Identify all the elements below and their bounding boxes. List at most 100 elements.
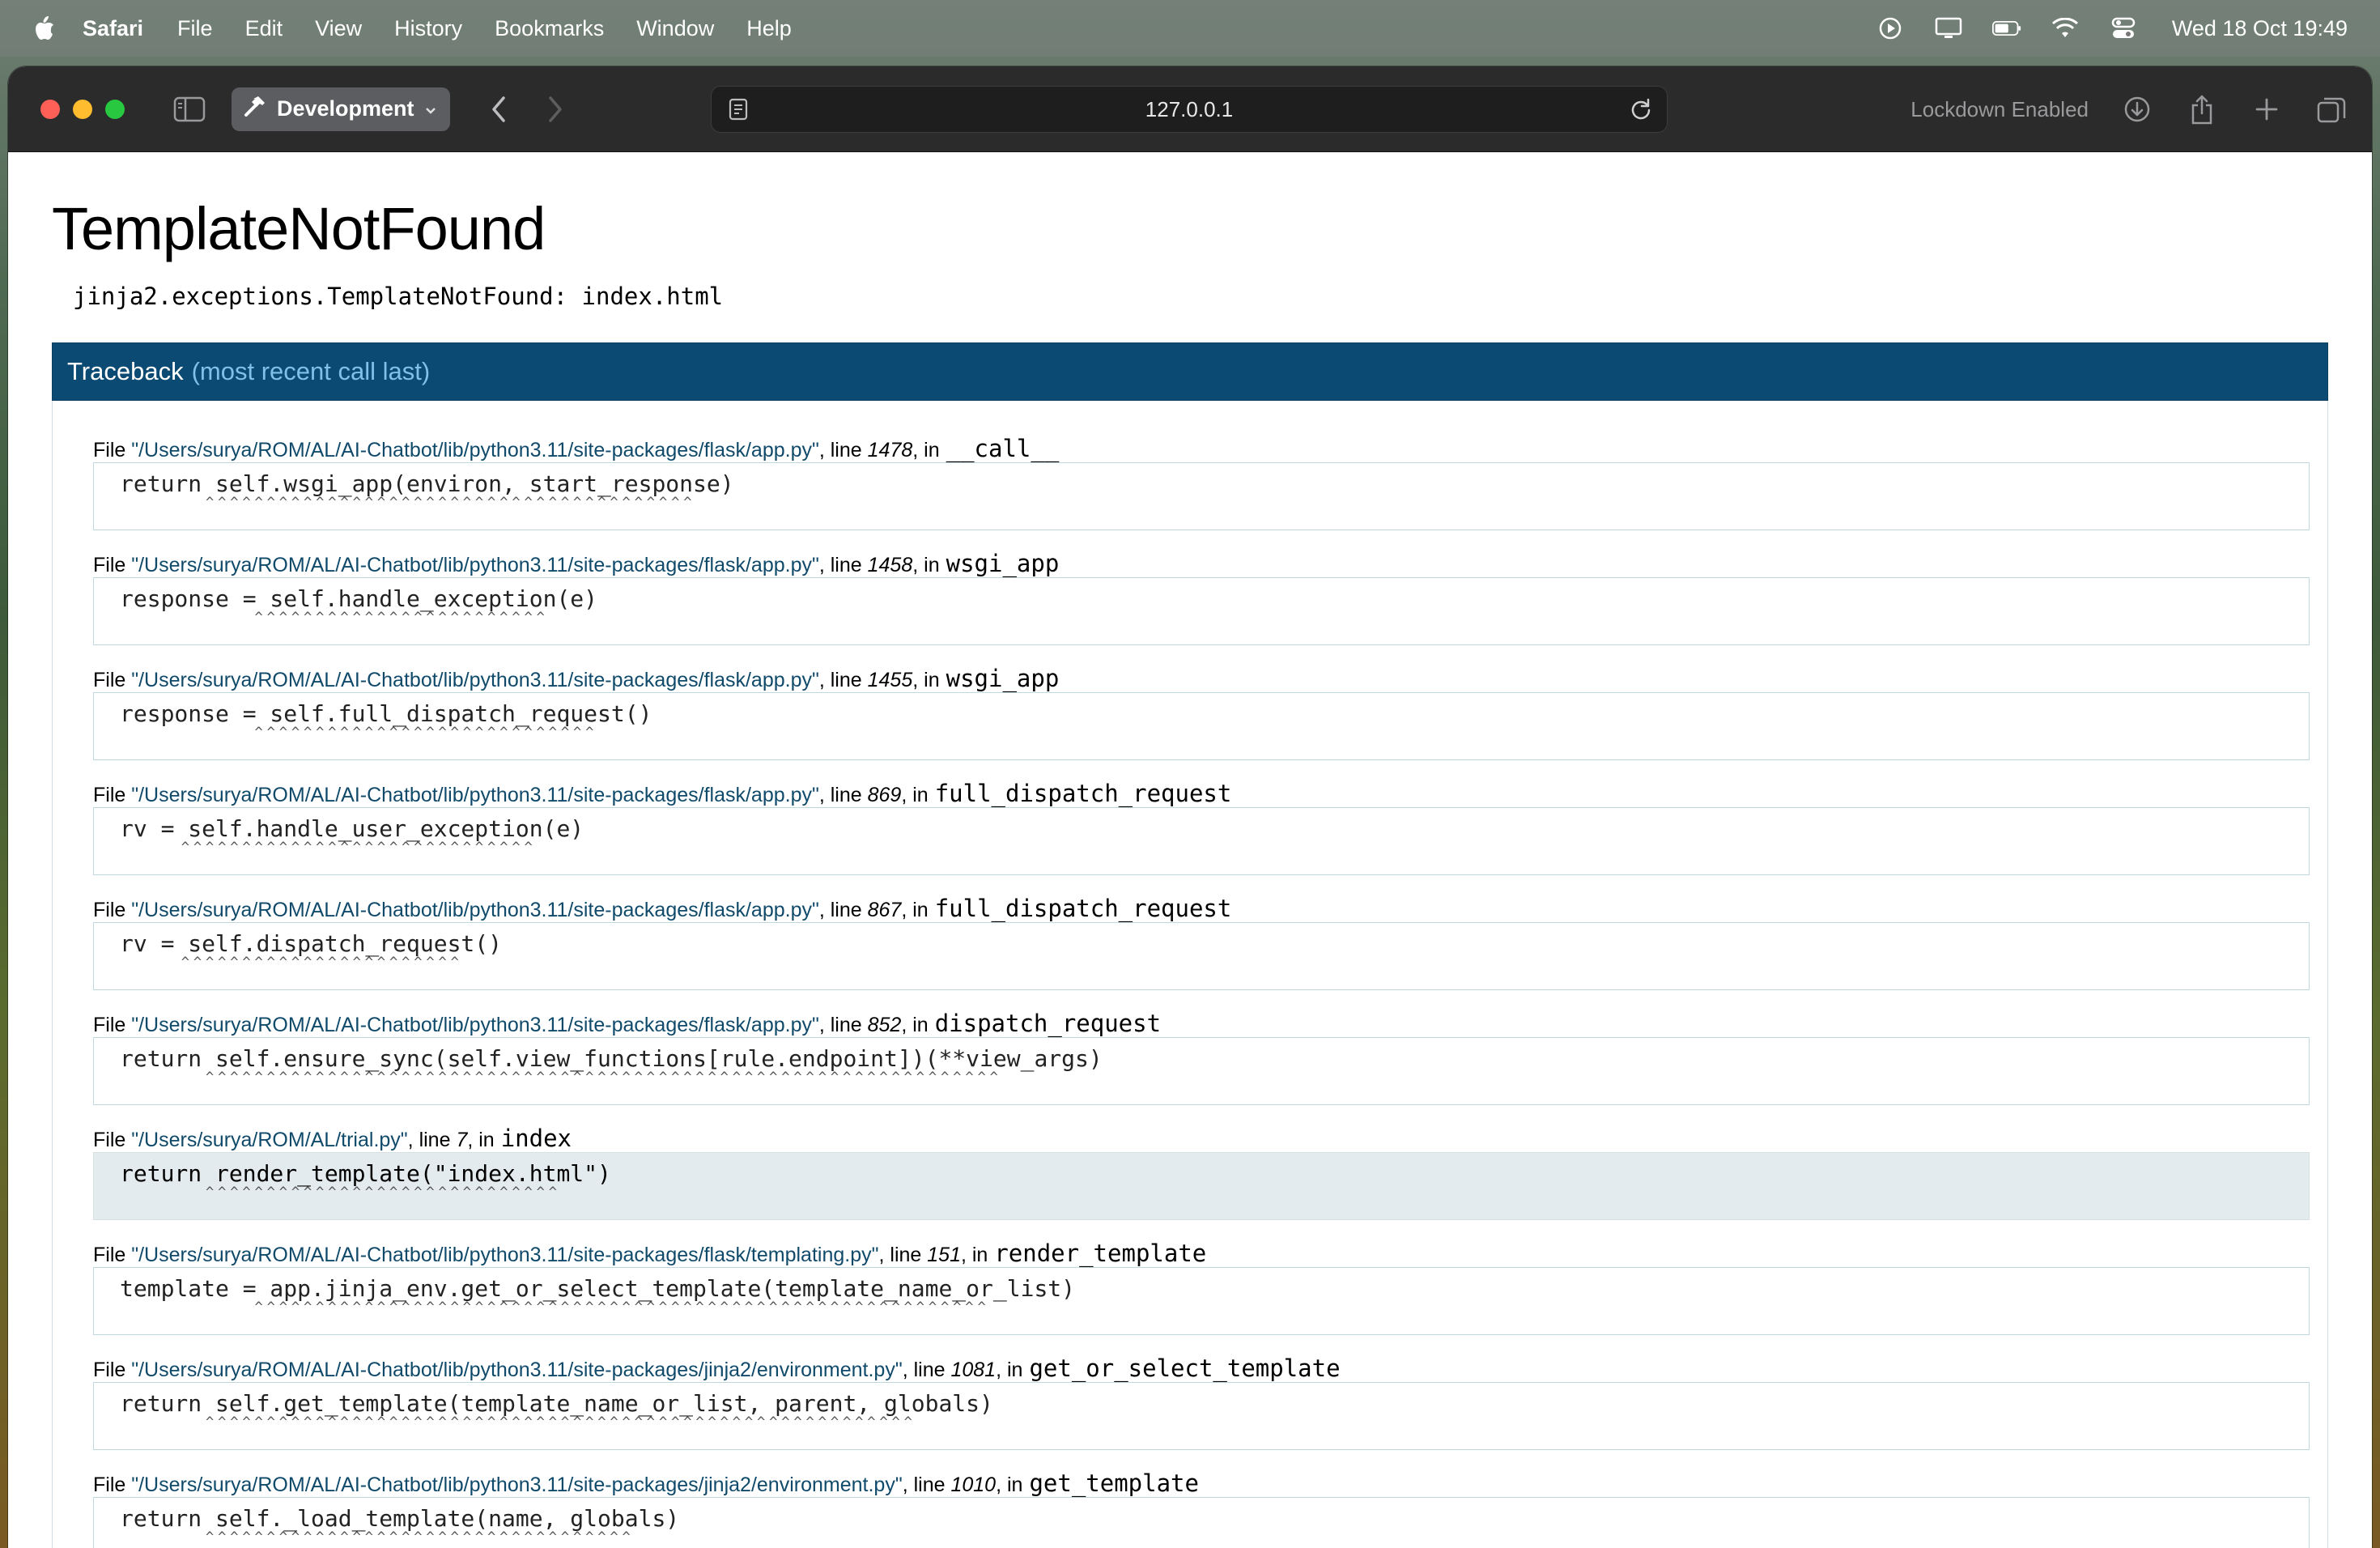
frame-line-number: 867 xyxy=(867,899,902,921)
minimize-window-button[interactable] xyxy=(73,99,92,119)
window-controls xyxy=(40,99,125,119)
apple-icon[interactable] xyxy=(32,15,55,42)
traceback-frame: File "/Users/surya/ROM/AL/AI-Chatbot/lib… xyxy=(93,550,2310,645)
code-snippet[interactable]: response = self.full_dispatch_request() … xyxy=(93,692,2310,760)
frame-line-number: 1458 xyxy=(867,554,913,576)
frame-function: dispatch_request xyxy=(934,1010,1162,1037)
menu-file[interactable]: File xyxy=(177,16,213,41)
code-snippet[interactable]: return self.get_template(template_name_o… xyxy=(93,1382,2310,1450)
url-text[interactable]: 127.0.0.1 xyxy=(750,97,1628,122)
traceback-frame: File "/Users/surya/ROM/AL/AI-Chatbot/lib… xyxy=(93,435,2310,530)
error-marker: ^^^^^^^^^^^^^^^^^^^^^^^ xyxy=(181,955,463,971)
menu-app-safari[interactable]: Safari xyxy=(83,16,143,41)
menu-bar: Safari File Edit View History Bookmarks … xyxy=(0,0,2380,57)
code-line: rv = self.handle_user_exception(e) xyxy=(120,815,584,842)
code-snippet[interactable]: return self._load_template(name, globals… xyxy=(93,1497,2310,1548)
fullscreen-window-button[interactable] xyxy=(105,99,125,119)
frame-function: render_template xyxy=(994,1240,1207,1267)
frame-line-number: 869 xyxy=(867,784,902,806)
menu-bookmarks[interactable]: Bookmarks xyxy=(495,16,604,41)
code-snippet[interactable]: template = app.jinja_env.get_or_select_t… xyxy=(93,1267,2310,1335)
code-snippet[interactable]: return self.ensure_sync(self.view_functi… xyxy=(93,1037,2310,1105)
code-line: response = self.full_dispatch_request() xyxy=(120,700,652,727)
traceback-frame-current: File "/Users/surya/ROM/AL/trial.py", lin… xyxy=(93,1125,2310,1220)
code-line: return self.get_template(template_name_o… xyxy=(120,1390,993,1417)
frame-function: full_dispatch_request xyxy=(934,780,1232,807)
frame-function: __call__ xyxy=(946,435,1060,462)
frame-function: full_dispatch_request xyxy=(934,895,1232,922)
frame-line-number: 151 xyxy=(927,1244,961,1266)
frame-function: wsgi_app xyxy=(946,550,1060,577)
error-marker: ^^^^^^^^^^^^^^^^^^^^^^^^^^^^^ xyxy=(181,840,537,856)
menu-history[interactable]: History xyxy=(394,16,462,41)
address-bar[interactable]: 127.0.0.1 xyxy=(711,86,1668,133)
frame-function: index xyxy=(500,1125,572,1152)
frame-file-path[interactable]: "/Users/surya/ROM/AL/AI-Chatbot/lib/pyth… xyxy=(131,439,819,462)
frame-file-path[interactable]: "/Users/surya/ROM/AL/trial.py" xyxy=(131,1129,407,1152)
traceback-frame: File "/Users/surya/ROM/AL/AI-Chatbot/lib… xyxy=(93,1240,2310,1335)
frame-line-number: 1478 xyxy=(867,439,913,461)
frame-line-number: 7 xyxy=(456,1129,468,1151)
menu-help[interactable]: Help xyxy=(746,16,792,41)
frame-function: get_or_select_template xyxy=(1029,1354,1341,1382)
frame-file-path[interactable]: "/Users/surya/ROM/AL/AI-Chatbot/lib/pyth… xyxy=(131,669,819,692)
frame-file-path[interactable]: "/Users/surya/ROM/AL/AI-Chatbot/lib/pyth… xyxy=(131,784,819,807)
new-tab-icon[interactable] xyxy=(2250,93,2283,125)
code-line: return render_template("index.html") xyxy=(120,1160,611,1187)
hammer-icon xyxy=(243,94,267,124)
frame-location: File "/Users/surya/ROM/AL/AI-Chatbot/lib… xyxy=(93,1240,1207,1267)
traceback-frame: File "/Users/surya/ROM/AL/AI-Chatbot/lib… xyxy=(93,1354,2310,1450)
page-icon[interactable] xyxy=(726,97,750,121)
download-icon[interactable] xyxy=(2121,93,2153,125)
menu-bar-clock[interactable]: Wed 18 Oct 19:49 xyxy=(2172,16,2348,41)
control-center-icon[interactable] xyxy=(2109,16,2138,40)
frame-location: File "/Users/surya/ROM/AL/AI-Chatbot/lib… xyxy=(93,1354,1341,1382)
frame-file-path[interactable]: "/Users/surya/ROM/AL/AI-Chatbot/lib/pyth… xyxy=(131,1014,819,1037)
battery-icon[interactable] xyxy=(1991,16,2021,40)
menu-edit[interactable]: Edit xyxy=(245,16,283,41)
traceback-frame: File "/Users/surya/ROM/AL/AI-Chatbot/lib… xyxy=(93,895,2310,990)
frame-file-path[interactable]: "/Users/surya/ROM/AL/AI-Chatbot/lib/pyth… xyxy=(131,1474,902,1497)
tab-overview-icon[interactable] xyxy=(2315,93,2348,125)
error-message: jinja2.exceptions.TemplateNotFound: inde… xyxy=(73,283,724,310)
error-marker: ^^^^^^^^^^^^^^^^^^^^^^^^^^^^^^^^^^^^^^^^… xyxy=(205,1414,916,1431)
frame-file-path[interactable]: "/Users/surya/ROM/AL/AI-Chatbot/lib/pyth… xyxy=(131,899,819,922)
error-marker: ^^^^^^^^^^^^^^^^^^^^^^^^^^^^^^^^^^^^^^^^ xyxy=(205,495,696,511)
display-icon[interactable] xyxy=(1934,16,1963,40)
frame-location: File "/Users/surya/ROM/AL/trial.py", lin… xyxy=(93,1125,572,1152)
play-icon[interactable] xyxy=(1876,16,1905,40)
code-line: response = self.handle_exception(e) xyxy=(120,585,598,612)
code-line: template = app.jinja_env.get_or_select_t… xyxy=(120,1275,1076,1302)
reload-icon[interactable] xyxy=(1628,96,1654,122)
page-title: TemplateNotFound xyxy=(52,195,546,262)
frame-file-path[interactable]: "/Users/surya/ROM/AL/AI-Chatbot/lib/pyth… xyxy=(131,554,819,577)
code-snippet[interactable]: response = self.handle_exception(e) ^^^^… xyxy=(93,577,2310,645)
traceback-frame: File "/Users/surya/ROM/AL/AI-Chatbot/lib… xyxy=(93,665,2310,760)
frame-file-path[interactable]: "/Users/surya/ROM/AL/AI-Chatbot/lib/pyth… xyxy=(131,1359,902,1382)
lockdown-label: Lockdown Enabled xyxy=(1910,96,2089,121)
sidebar-icon[interactable] xyxy=(172,95,207,124)
chevron-down-icon xyxy=(424,96,437,121)
wifi-icon[interactable] xyxy=(2051,16,2080,40)
page-content: TemplateNotFound jinja2.exceptions.Templ… xyxy=(8,194,2372,1548)
frame-line-number: 1010 xyxy=(950,1474,997,1496)
frame-location: File "/Users/surya/ROM/AL/AI-Chatbot/lib… xyxy=(93,550,1060,577)
error-marker: ^^^^^^^^^^^^^^^^^^^^^^^^^^^^ xyxy=(254,725,598,741)
frame-location: File "/Users/surya/ROM/AL/AI-Chatbot/lib… xyxy=(93,780,1232,807)
forward-icon[interactable] xyxy=(539,93,572,125)
menu-view[interactable]: View xyxy=(315,16,362,41)
code-snippet[interactable]: rv = self.dispatch_request() ^^^^^^^^^^^… xyxy=(93,922,2310,990)
safari-window: Development 127.0.0.1 Lockdown Enabled T… xyxy=(8,66,2372,1548)
close-window-button[interactable] xyxy=(40,99,60,119)
frame-location: File "/Users/surya/ROM/AL/AI-Chatbot/lib… xyxy=(93,1010,1162,1037)
code-snippet[interactable]: rv = self.handle_user_exception(e) ^^^^^… xyxy=(93,807,2310,875)
share-icon[interactable] xyxy=(2186,93,2218,125)
code-snippet-current[interactable]: return render_template("index.html") ^^^… xyxy=(93,1152,2310,1220)
code-snippet[interactable]: return self.wsgi_app(environ, start_resp… xyxy=(93,462,2310,530)
frame-function: wsgi_app xyxy=(946,665,1060,692)
back-icon[interactable] xyxy=(482,93,515,125)
tab-group-button[interactable]: Development xyxy=(232,87,450,131)
code-line: return self.ensure_sync(self.view_functi… xyxy=(120,1045,1103,1072)
menu-window[interactable]: Window xyxy=(636,16,714,41)
frame-file-path[interactable]: "/Users/surya/ROM/AL/AI-Chatbot/lib/pyth… xyxy=(131,1244,878,1267)
